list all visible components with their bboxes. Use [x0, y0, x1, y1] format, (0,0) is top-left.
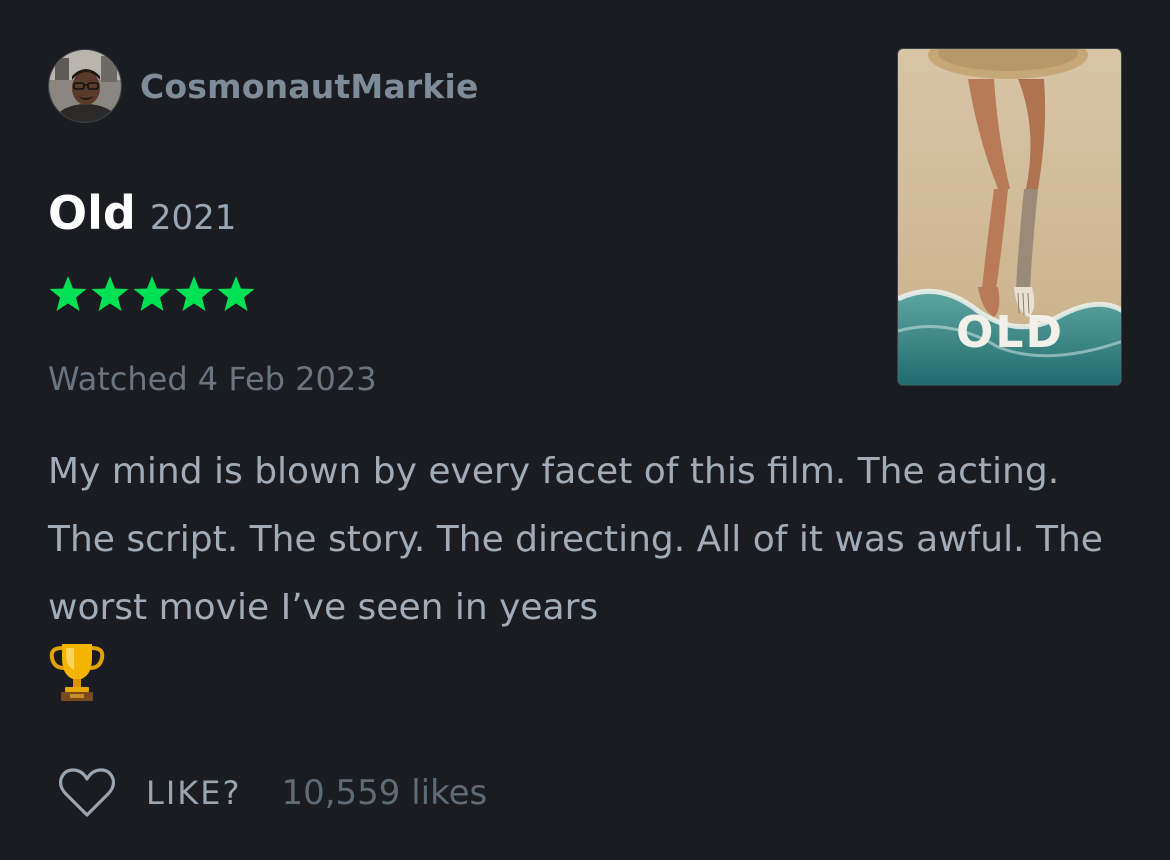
film-heading: Old 2021: [48, 186, 236, 240]
star-icon: [217, 276, 255, 311]
review-card: CosmonautMarkie Old 2021 Watched 4 Feb 2…: [0, 0, 1170, 860]
watched-date: Watched 4 Feb 2023: [48, 360, 377, 398]
film-title[interactable]: Old: [48, 186, 136, 240]
trophy-icon: [48, 640, 106, 702]
username[interactable]: CosmonautMarkie: [140, 67, 479, 106]
heart-icon[interactable]: [58, 767, 116, 819]
like-button[interactable]: LIKE?: [146, 774, 241, 812]
film-poster[interactable]: OLD: [897, 48, 1122, 386]
film-year[interactable]: 2021: [150, 198, 237, 238]
star-icon: [49, 276, 87, 311]
star-icon: [91, 276, 129, 311]
star-icon: [175, 276, 213, 311]
avatar[interactable]: [48, 49, 122, 123]
likes-count[interactable]: 10,559 likes: [281, 773, 487, 813]
star-icon: [133, 276, 171, 311]
review-author[interactable]: CosmonautMarkie: [48, 48, 479, 124]
review-text: My mind is blown by every facet of this …: [48, 451, 1103, 628]
star-rating: [48, 274, 256, 314]
poster-title: OLD: [956, 307, 1064, 358]
review-actions: LIKE? 10,559 likes: [58, 766, 487, 820]
